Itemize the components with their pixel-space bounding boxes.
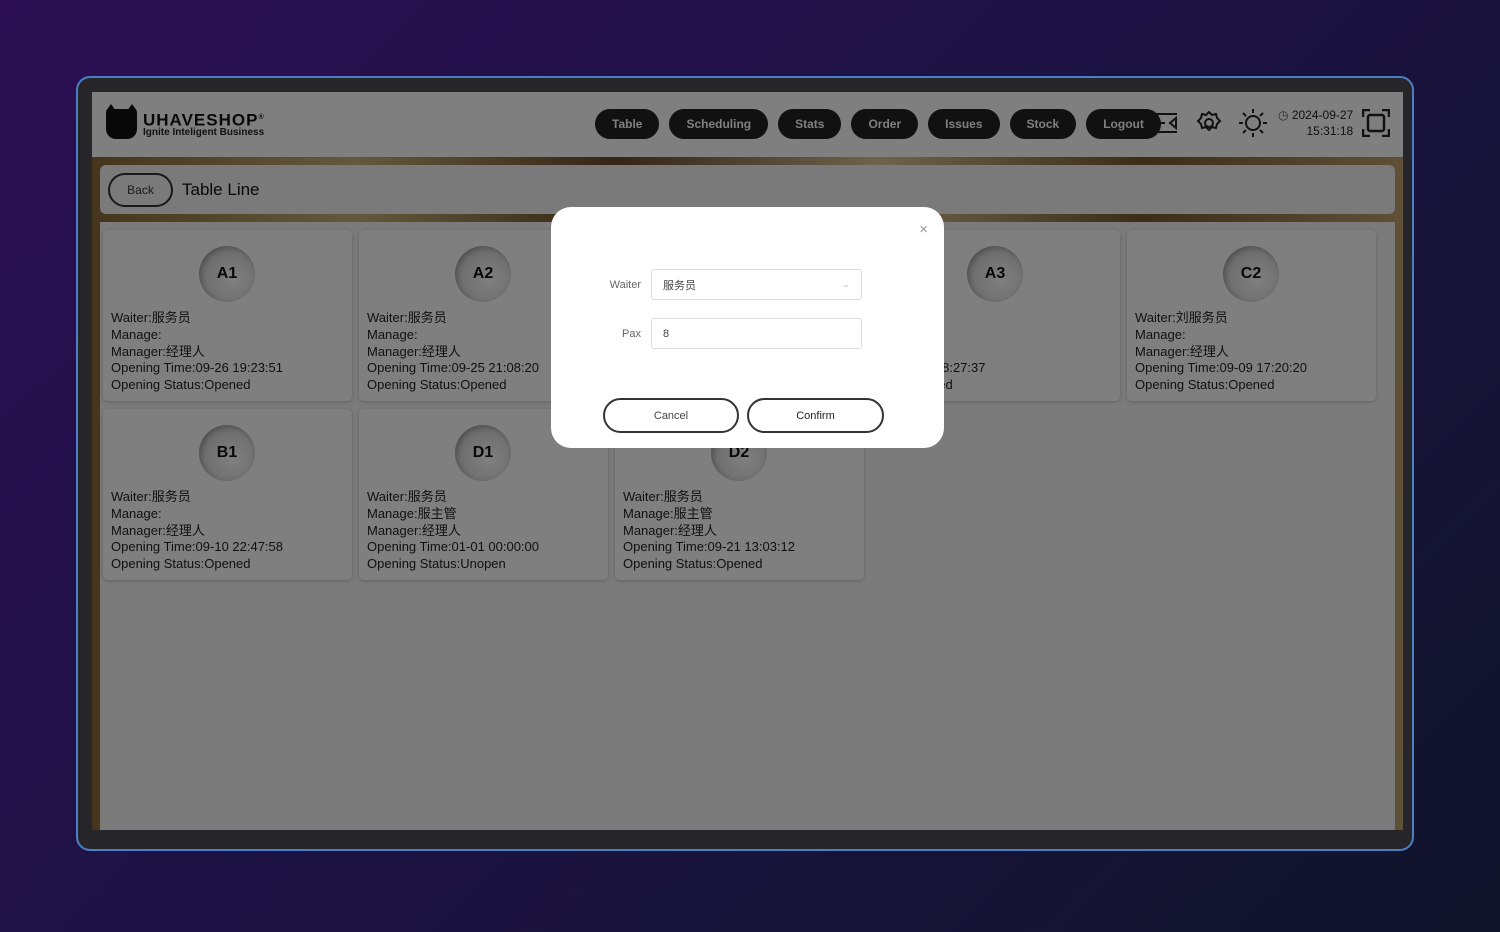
- close-icon[interactable]: ×: [919, 221, 928, 238]
- pax-value: 8: [663, 327, 670, 340]
- open-table-dialog: × Waiter 服务员 ⌄ Pax 8 Cancel Confirm: [551, 207, 944, 448]
- confirm-button[interactable]: Confirm: [747, 398, 884, 433]
- waiter-value: 服务员: [663, 279, 696, 292]
- chevron-down-icon: ⌄: [842, 279, 850, 289]
- app-screen: UHAVESHOP® Ignite Inteligent Business Ta…: [92, 92, 1403, 830]
- modal-overlay[interactable]: [92, 92, 1403, 830]
- cancel-button[interactable]: Cancel: [603, 398, 739, 433]
- waiter-select[interactable]: 服务员 ⌄: [651, 269, 862, 300]
- waiter-label: Waiter: [609, 278, 641, 291]
- pax-label: Pax: [622, 327, 641, 340]
- pax-input[interactable]: 8: [651, 318, 862, 349]
